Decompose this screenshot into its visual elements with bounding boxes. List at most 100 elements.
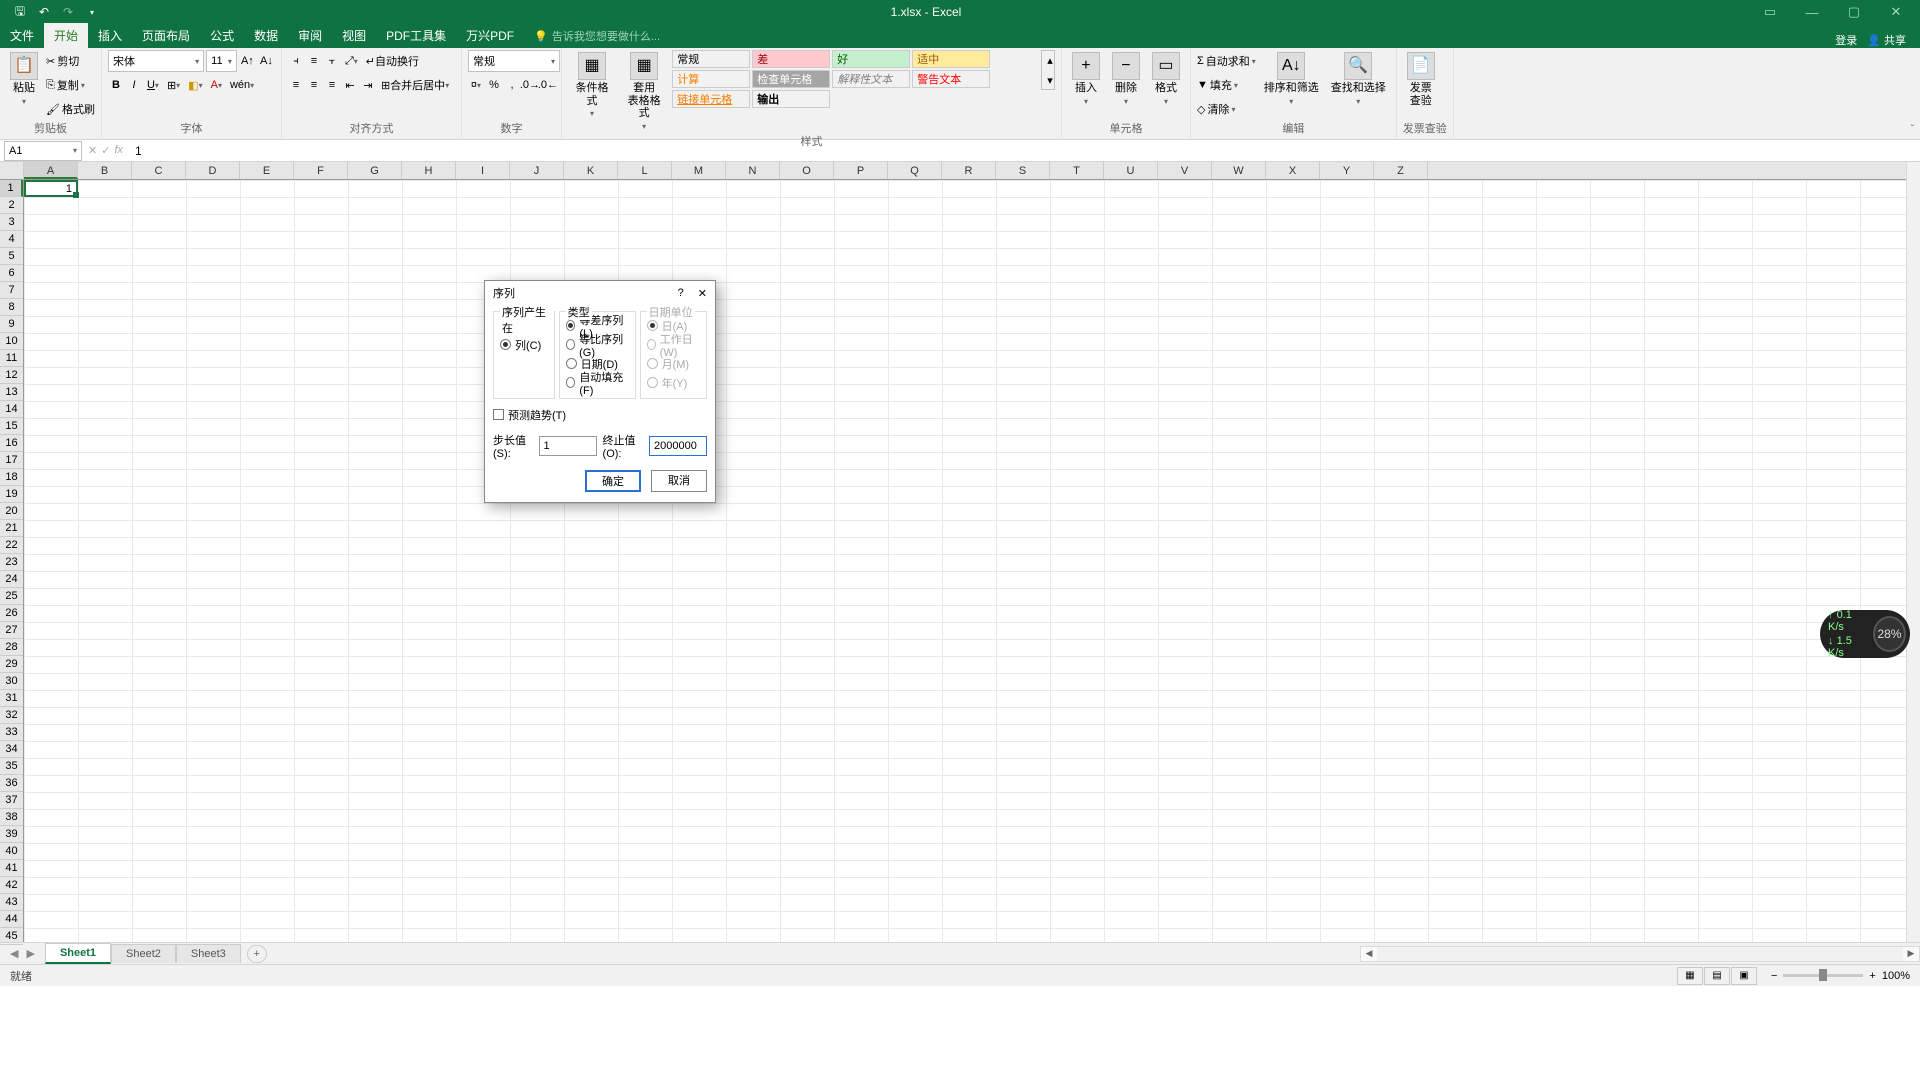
tab-file[interactable]: 文件: [0, 23, 44, 48]
ribbon-display-icon[interactable]: ▭: [1750, 0, 1790, 24]
step-value-input[interactable]: [539, 436, 597, 456]
style-gallery-scroll[interactable]: ▴ ▾: [1041, 50, 1055, 90]
row-header-34[interactable]: 34: [0, 741, 23, 758]
col-header-Z[interactable]: Z: [1374, 162, 1428, 179]
font-color-button[interactable]: A▾: [208, 76, 225, 94]
col-header-J[interactable]: J: [510, 162, 564, 179]
row-header-8[interactable]: 8: [0, 299, 23, 316]
page-layout-view-icon[interactable]: ▤: [1704, 967, 1730, 985]
row-header-20[interactable]: 20: [0, 503, 23, 520]
tab-insert[interactable]: 插入: [88, 23, 132, 48]
normal-view-icon[interactable]: ▦: [1677, 967, 1703, 985]
col-header-R[interactable]: R: [942, 162, 996, 179]
percent-format-icon[interactable]: %: [486, 76, 502, 94]
name-box[interactable]: A1▾: [4, 141, 82, 161]
col-header-W[interactable]: W: [1212, 162, 1266, 179]
add-sheet-button[interactable]: +: [247, 945, 267, 963]
phonetic-button[interactable]: wén▾: [227, 76, 257, 94]
qat-customize-icon[interactable]: ▾: [82, 2, 102, 22]
sheet-nav-next-icon[interactable]: ▶: [26, 947, 34, 960]
format-painter-button[interactable]: 🖌 格式刷: [46, 98, 95, 120]
col-header-P[interactable]: P: [834, 162, 888, 179]
decrease-font-icon[interactable]: A↓: [258, 52, 275, 70]
col-header-U[interactable]: U: [1104, 162, 1158, 179]
scroll-down-icon[interactable]: ▾: [1042, 71, 1058, 89]
style-calc[interactable]: 计算: [672, 70, 750, 88]
save-icon[interactable]: 🖫: [10, 2, 30, 22]
tell-me[interactable]: 💡告诉我您想要做什么...: [524, 24, 670, 48]
col-header-S[interactable]: S: [996, 162, 1050, 179]
increase-decimal-icon[interactable]: .0→: [522, 76, 538, 94]
number-format-combo[interactable]: 常规▾: [468, 50, 560, 72]
sheet-tab-2[interactable]: Sheet2: [111, 944, 176, 963]
conditional-format-button[interactable]: ▦条件格式▾: [568, 50, 616, 120]
row-header-16[interactable]: 16: [0, 435, 23, 452]
align-right-icon[interactable]: ≡: [324, 76, 340, 94]
col-header-B[interactable]: B: [78, 162, 132, 179]
decrease-decimal-icon[interactable]: .0←: [540, 76, 556, 94]
row-header-6[interactable]: 6: [0, 265, 23, 282]
row-header-13[interactable]: 13: [0, 384, 23, 401]
tab-layout[interactable]: 页面布局: [132, 23, 200, 48]
row-header-43[interactable]: 43: [0, 894, 23, 911]
wrap-text-button[interactable]: ↵ 自动换行: [363, 52, 422, 70]
col-header-T[interactable]: T: [1050, 162, 1104, 179]
col-header-N[interactable]: N: [726, 162, 780, 179]
redo-icon[interactable]: ↷: [58, 2, 78, 22]
dialog-help-icon[interactable]: ?: [678, 287, 684, 300]
row-header-39[interactable]: 39: [0, 826, 23, 843]
scroll-up-icon[interactable]: ▴: [1042, 51, 1058, 69]
fill-handle[interactable]: [73, 192, 79, 198]
tab-home[interactable]: 开始: [44, 23, 88, 48]
underline-button[interactable]: U▾: [144, 76, 162, 94]
row-header-15[interactable]: 15: [0, 418, 23, 435]
align-middle-icon[interactable]: ≡: [306, 52, 322, 70]
column-headers[interactable]: ABCDEFGHIJKLMNOPQRSTUVWXYZ: [24, 162, 1906, 180]
style-warn[interactable]: 警告文本: [912, 70, 990, 88]
sheet-tab-3[interactable]: Sheet3: [176, 944, 241, 963]
radio-geometric[interactable]: 等比序列(G): [566, 335, 629, 354]
comma-format-icon[interactable]: ,: [504, 76, 520, 94]
col-header-Q[interactable]: Q: [888, 162, 942, 179]
insert-function-icon[interactable]: fx: [114, 144, 123, 157]
enter-formula-icon[interactable]: ✓: [101, 144, 110, 157]
row-header-30[interactable]: 30: [0, 673, 23, 690]
row-header-36[interactable]: 36: [0, 775, 23, 792]
row-header-23[interactable]: 23: [0, 554, 23, 571]
font-name-combo[interactable]: 宋体▾: [108, 50, 204, 72]
zoom-thumb[interactable]: [1819, 969, 1827, 981]
col-header-E[interactable]: E: [240, 162, 294, 179]
style-check[interactable]: 检查单元格: [752, 70, 830, 88]
row-header-14[interactable]: 14: [0, 401, 23, 418]
font-size-combo[interactable]: 11▾: [206, 50, 237, 72]
col-header-D[interactable]: D: [186, 162, 240, 179]
vertical-scrollbar[interactable]: [1906, 162, 1920, 942]
fill-button[interactable]: ▼ 填充 ▾: [1197, 74, 1256, 96]
row-header-27[interactable]: 27: [0, 622, 23, 639]
copy-button[interactable]: ⎘ 复制 ▾: [46, 74, 95, 96]
format-as-table-button[interactable]: ▦套用 表格格式▾: [620, 50, 668, 133]
clear-button[interactable]: ◇ 清除 ▾: [1197, 98, 1256, 120]
hsb-left-icon[interactable]: ◀: [1361, 948, 1377, 959]
col-header-K[interactable]: K: [564, 162, 618, 179]
row-headers[interactable]: 1234567891011121314151617181920212223242…: [0, 180, 24, 942]
col-header-O[interactable]: O: [780, 162, 834, 179]
page-break-view-icon[interactable]: ▣: [1731, 967, 1757, 985]
invoice-check-button[interactable]: 📄发票 查验: [1403, 50, 1439, 109]
merge-center-button[interactable]: ⊞ 合并后居中▾: [378, 76, 452, 94]
horizontal-scrollbar[interactable]: ◀ ▶: [1360, 946, 1920, 962]
col-header-I[interactable]: I: [456, 162, 510, 179]
cell-styles-gallery[interactable]: 常规 差 好 适中 计算 检查单元格 解释性文本 警告文本 链接单元格 输出: [672, 50, 1037, 108]
row-header-17[interactable]: 17: [0, 452, 23, 469]
row-header-11[interactable]: 11: [0, 350, 23, 367]
sheet-nav-prev-icon[interactable]: ◀: [10, 947, 18, 960]
tab-data[interactable]: 数据: [244, 23, 288, 48]
format-cells-button[interactable]: ▭格式▾: [1148, 50, 1184, 108]
style-output[interactable]: 输出: [752, 90, 830, 108]
orientation-icon[interactable]: ⤢▾: [342, 52, 361, 70]
cancel-formula-icon[interactable]: ✕: [88, 144, 97, 157]
row-header-4[interactable]: 4: [0, 231, 23, 248]
style-good[interactable]: 好: [832, 50, 910, 68]
align-center-icon[interactable]: ≡: [306, 76, 322, 94]
row-header-45[interactable]: 45: [0, 928, 23, 945]
